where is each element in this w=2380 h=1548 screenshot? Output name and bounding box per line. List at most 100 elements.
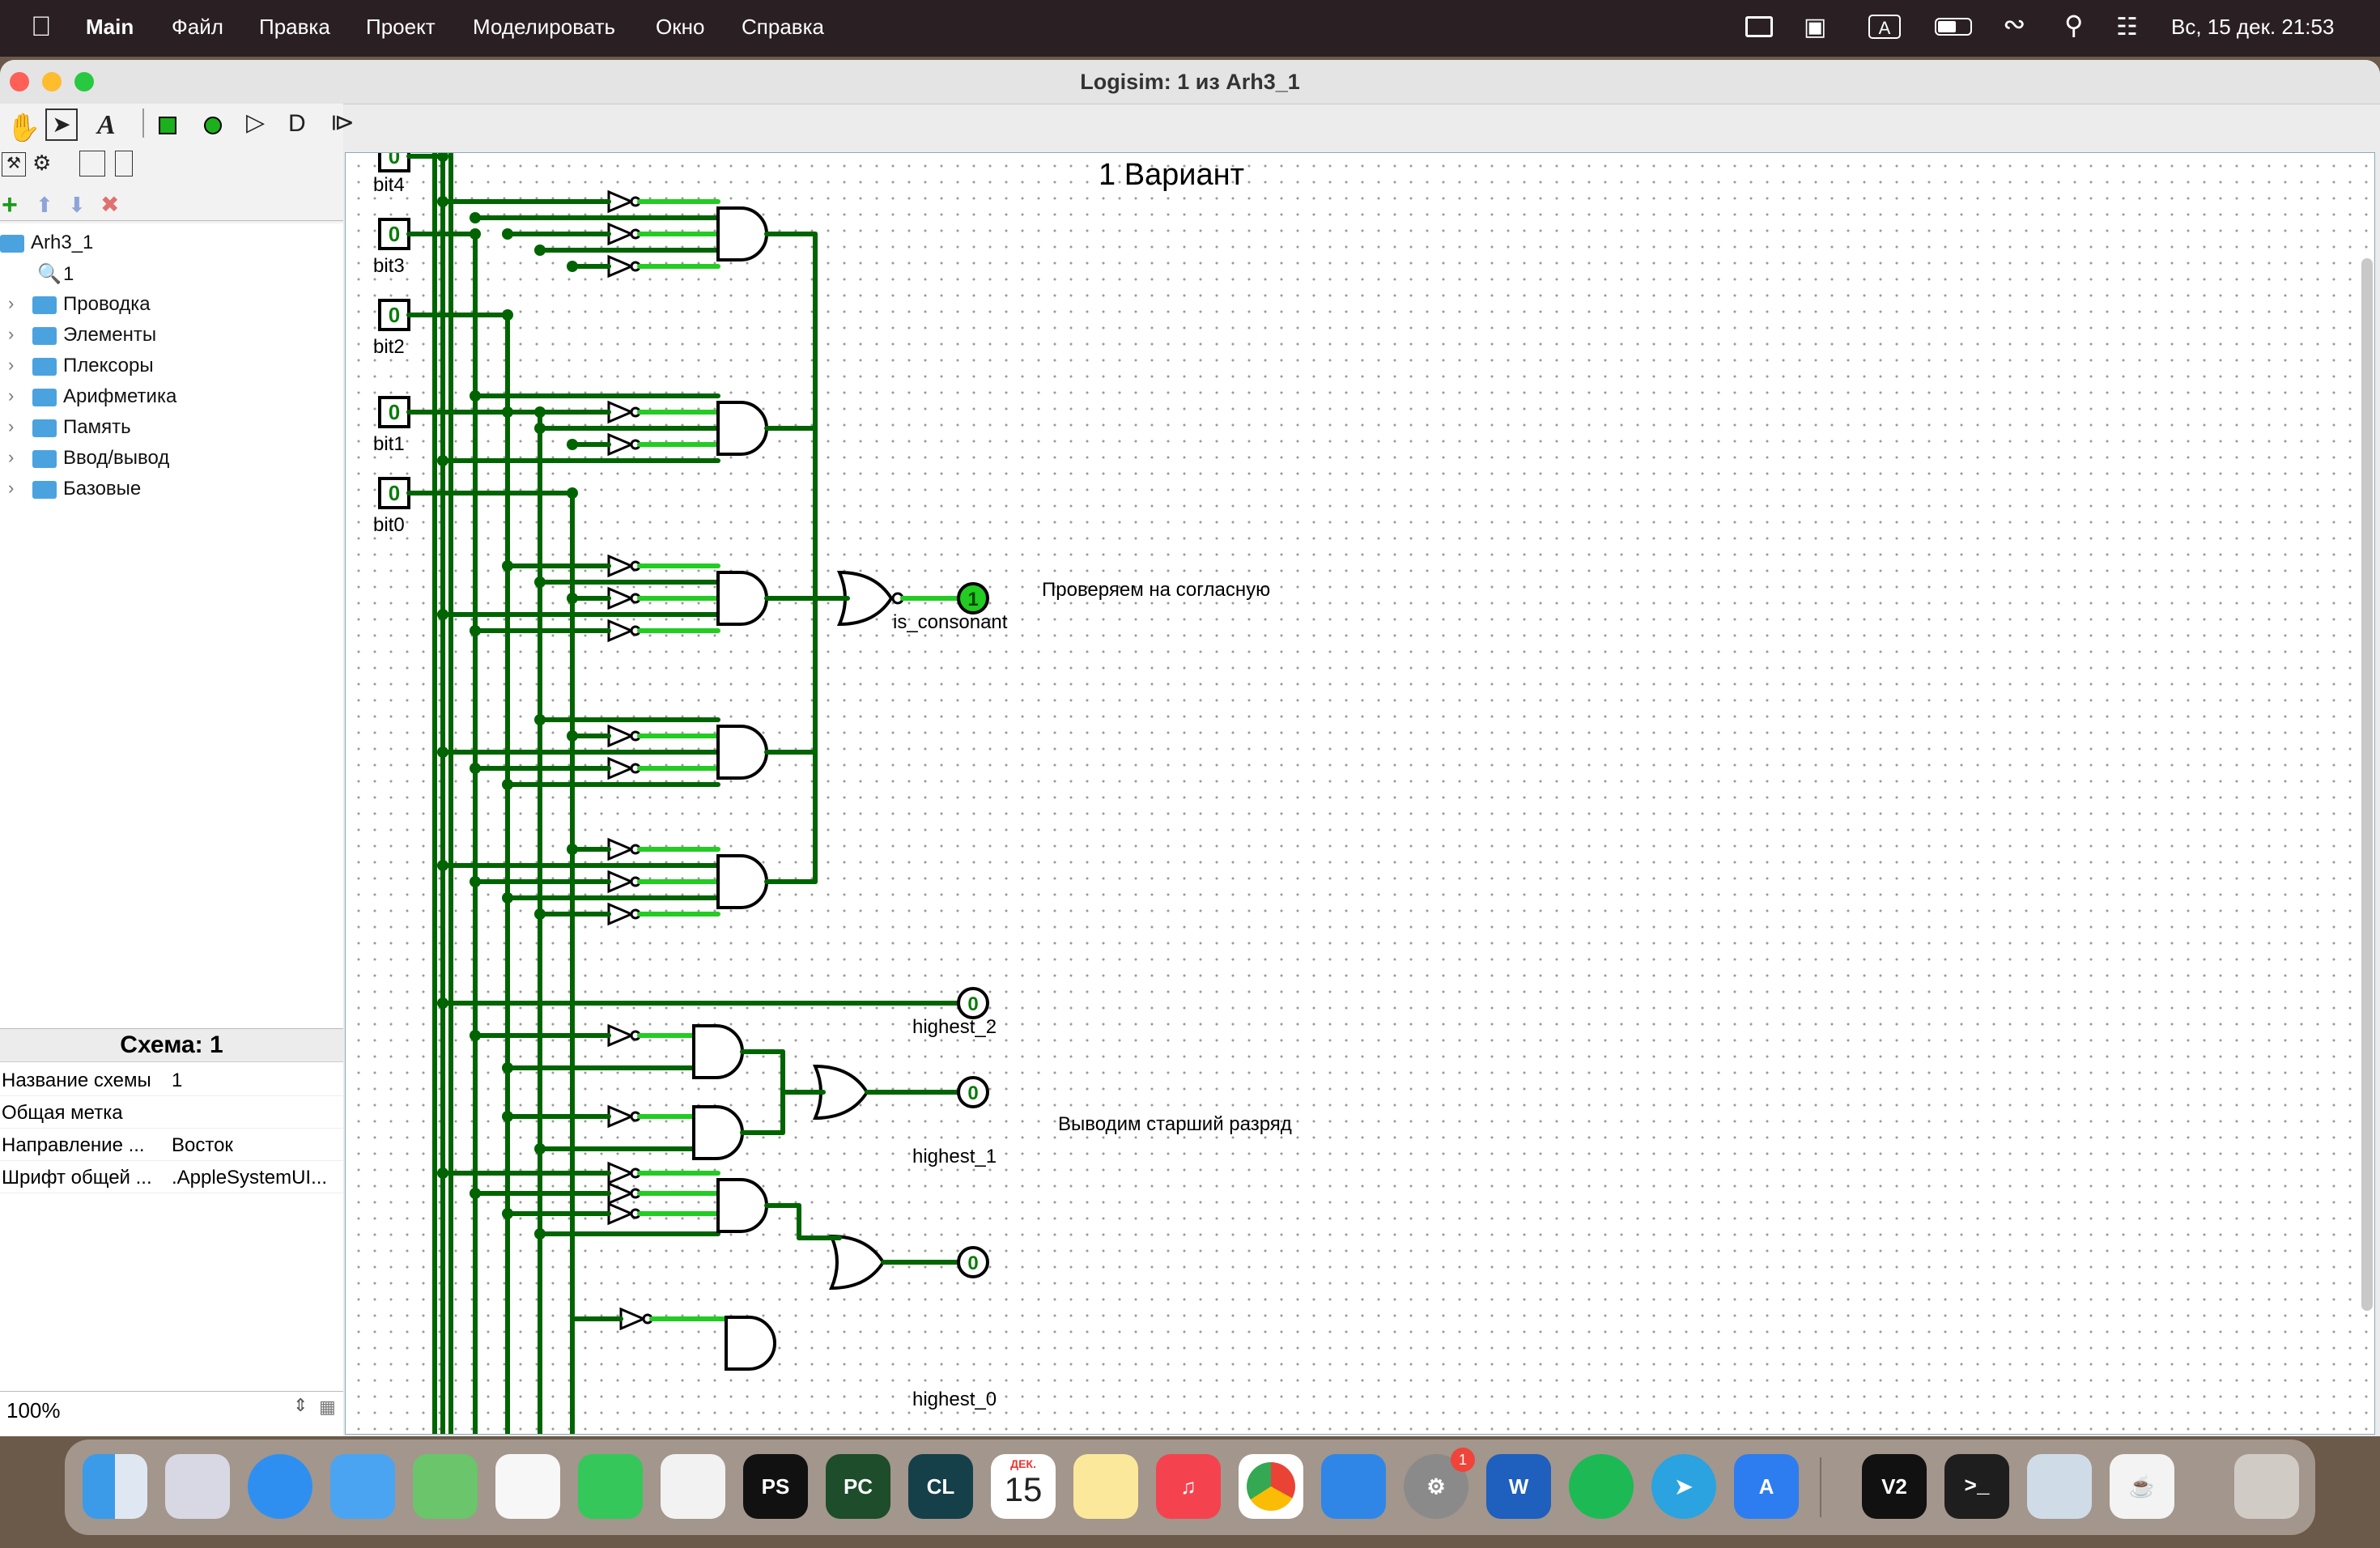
search-icon[interactable]: ⚲: [2064, 10, 2083, 40]
clock[interactable]: Вс, 15 дек. 21:53: [2171, 15, 2334, 40]
tree-project[interactable]: Arh3_1: [0, 232, 93, 254]
not-gate: [607, 1023, 635, 1048]
move-up-icon[interactable]: ⬆: [36, 193, 53, 218]
photos-icon[interactable]: [495, 1454, 560, 1519]
output-pin-highest-0-value: 0: [967, 1252, 978, 1274]
spotify-icon[interactable]: [1569, 1454, 1634, 1519]
vertical-scrollbar[interactable]: [2361, 258, 2373, 1311]
tree-lib-gates[interactable]: › Элементы: [0, 324, 343, 347]
not-gate: [607, 1161, 635, 1185]
terminal-icon[interactable]: >_: [1944, 1454, 2009, 1519]
text-tool-icon[interactable]: A: [97, 110, 116, 141]
notes-icon[interactable]: [1073, 1454, 1138, 1519]
app-menu[interactable]: Main: [86, 15, 134, 40]
battery-icon[interactable]: [1935, 18, 1972, 36]
circuit-canvas[interactable]: 000001000 1 Вариант bit4 bit3 bit2 bit1 …: [345, 152, 2375, 1435]
tree-lib-io[interactable]: › Ввод/вывод: [0, 447, 343, 470]
attribute-title: Схема: 1: [0, 1029, 343, 1062]
music-icon[interactable]: ♫: [1156, 1454, 1221, 1519]
bed-icon[interactable]: ▣: [1804, 13, 1826, 41]
maps-icon[interactable]: [413, 1454, 478, 1519]
and-gate-icon[interactable]: D: [288, 110, 306, 138]
mail-icon[interactable]: [330, 1454, 395, 1519]
add-circuit-icon[interactable]: +: [2, 191, 18, 219]
layout-icon[interactable]: ⚙: [32, 151, 51, 176]
zoom-stepper-icon[interactable]: ⇕: [293, 1395, 308, 1416]
menu-file[interactable]: Файл: [172, 15, 223, 40]
attribute-row[interactable]: Название схемы 1: [0, 1063, 343, 1096]
input-pin-bit4-value: 0: [389, 153, 400, 168]
zoom-value[interactable]: 100%: [6, 1398, 61, 1423]
not-gate: [607, 1181, 635, 1206]
phpstorm-icon[interactable]: PS: [743, 1454, 808, 1519]
move-down-icon[interactable]: ⬇: [68, 193, 86, 218]
tree-lib-base[interactable]: › Базовые: [0, 478, 343, 500]
launchpad-icon[interactable]: [165, 1454, 230, 1519]
tree-circuit-1[interactable]: 🔍1: [37, 262, 74, 286]
clion-icon[interactable]: CL: [908, 1454, 973, 1519]
apple-menu-icon[interactable]: : [31, 11, 52, 43]
facetime-icon[interactable]: [578, 1454, 643, 1519]
control-center-icon[interactable]: ☷: [2116, 13, 2138, 41]
calendar-icon[interactable]: ДЕК. 15: [991, 1454, 1056, 1519]
finder-icon[interactable]: [83, 1454, 147, 1519]
select-tool-icon[interactable]: ➤: [45, 108, 78, 141]
or-gate-icon[interactable]: ⧐: [330, 108, 355, 137]
not-gate: [607, 756, 635, 780]
menu-simulate[interactable]: Моделировать: [473, 15, 615, 40]
grid-toggle-icon[interactable]: ▦: [319, 1397, 336, 1418]
input-label-bit2: bit2: [373, 336, 405, 358]
delete-circuit-icon[interactable]: ✖: [100, 191, 119, 218]
folder-icon: [32, 480, 57, 499]
attribute-row[interactable]: Шрифт общей ... .AppleSystemUI...: [0, 1160, 343, 1193]
logisim-window: Logisim: 1 из Arh3_1 ✋ ➤ A ▷ D ⧐ ⚒ ⚙ + ⬆…: [0, 60, 2380, 1436]
keyboard-layout-icon[interactable]: A: [1868, 15, 1901, 39]
not-gate-icon[interactable]: ▷: [246, 108, 265, 137]
menu-help[interactable]: Справка: [742, 15, 824, 40]
and-gate: [716, 854, 768, 909]
safari-icon[interactable]: [248, 1454, 312, 1519]
keynote-icon[interactable]: [1321, 1454, 1386, 1519]
comment-highest[interactable]: Выводим старший разряд: [1058, 1113, 1292, 1136]
page-icon[interactable]: [115, 151, 133, 176]
menu-project[interactable]: Проект: [366, 15, 436, 40]
tree-lib-wiring[interactable]: › Проводка: [0, 293, 343, 316]
word-icon[interactable]: W: [1486, 1454, 1551, 1519]
tree-lib-memory[interactable]: › Память: [0, 416, 343, 439]
attribute-row[interactable]: Направление ... Восток: [0, 1128, 343, 1161]
appearance-icon[interactable]: [79, 151, 105, 176]
wifi-icon[interactable]: ∾: [2003, 8, 2026, 40]
textedit-icon[interactable]: [661, 1454, 725, 1519]
folder-icon: [32, 388, 57, 406]
poke-tool-icon[interactable]: ✋: [6, 112, 40, 144]
chrome-icon[interactable]: [1239, 1454, 1303, 1519]
preview-icon[interactable]: [2027, 1454, 2092, 1519]
divider: [0, 220, 343, 221]
circuit-diagram[interactable]: 0 0 0 0 0 1 0 0 0: [346, 153, 2374, 1434]
tree-lib-arithmetic[interactable]: › Арифметика: [0, 385, 343, 408]
menu-edit[interactable]: Правка: [259, 15, 330, 40]
output-label-highest-0: highest_0: [912, 1389, 997, 1410]
folder-icon: [32, 419, 57, 437]
v2-icon[interactable]: V2: [1862, 1454, 1927, 1519]
wrench-icon[interactable]: ⚒: [2, 152, 26, 176]
trash-icon[interactable]: [2234, 1454, 2299, 1519]
output-label-highest-2: highest_2: [912, 1016, 997, 1038]
circuit-heading[interactable]: 1 Вариант: [1099, 158, 1244, 193]
comment-consonant[interactable]: Проверяем на согласную: [1042, 579, 1270, 602]
java-icon[interactable]: ☕: [2110, 1454, 2174, 1519]
zoom-control[interactable]: 100% ⇕ ▦: [0, 1391, 343, 1426]
app-store-icon[interactable]: A: [1734, 1454, 1799, 1519]
add-output-icon[interactable]: [204, 117, 222, 134]
attribute-row[interactable]: Общая метка: [0, 1095, 343, 1129]
input-pin-bit3-value: 0: [389, 222, 400, 246]
pycharm-icon[interactable]: PC: [826, 1454, 890, 1519]
display-icon[interactable]: [1745, 16, 1773, 37]
not-gate: [607, 724, 635, 748]
calendar-day: 15: [1004, 1470, 1043, 1508]
add-input-icon[interactable]: [159, 117, 176, 134]
tree-lib-plexers[interactable]: › Плексоры: [0, 355, 343, 377]
not-gate: [607, 902, 635, 926]
menu-window[interactable]: Окно: [656, 15, 704, 40]
telegram-icon[interactable]: ➤: [1651, 1454, 1716, 1519]
